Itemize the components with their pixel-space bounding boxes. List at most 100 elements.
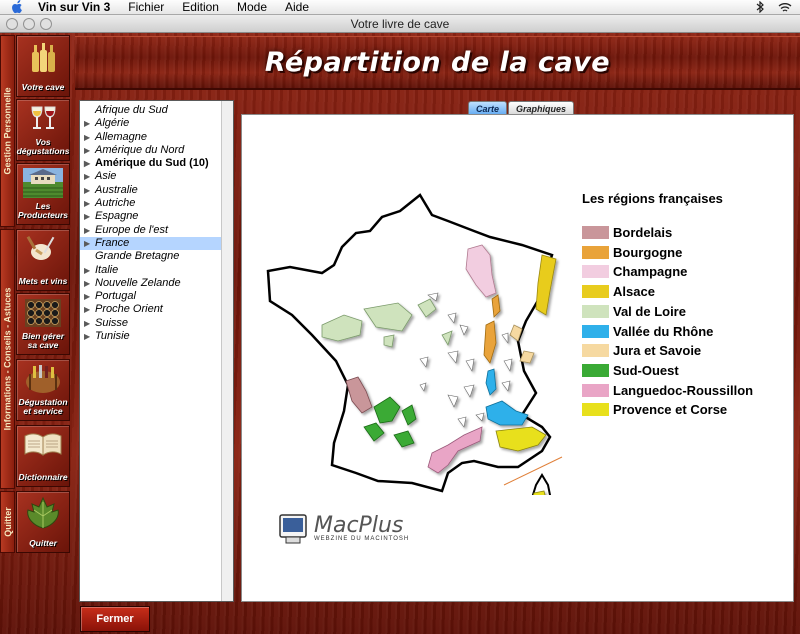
- country-item[interactable]: ▶ Nouvelle Zelande: [80, 277, 222, 290]
- nav-label: Bien gérer sa cave: [21, 331, 65, 350]
- disclosure-triangle-icon[interactable]: ▶: [84, 303, 95, 316]
- bluetooth-icon[interactable]: [756, 1, 764, 13]
- disclosure-triangle-icon[interactable]: ▶: [84, 224, 95, 237]
- section-label: Gestion Personnelle: [2, 87, 13, 175]
- menu-app-name[interactable]: Vin sur Vin 3: [38, 0, 110, 14]
- window-titlebar[interactable]: Votre livre de cave: [0, 15, 800, 33]
- legend-item: Languedoc-Roussillon: [582, 383, 753, 398]
- country-item[interactable]: ▶ Espagne: [80, 210, 222, 223]
- country-item[interactable]: ▶ Suisse: [80, 317, 222, 330]
- country-item[interactable]: ▶ Amérique du Sud (10): [80, 157, 222, 170]
- country-item[interactable]: ▶ Portugal: [80, 290, 222, 303]
- country-item[interactable]: ▶ Proche Orient: [80, 303, 222, 316]
- section-label: Informations - Conseils - Astuces: [2, 287, 13, 431]
- country-item[interactable]: ▶ France: [80, 236, 222, 251]
- nav-label: Quitter: [29, 538, 57, 548]
- disclosure-triangle-icon[interactable]: ▶: [84, 157, 95, 170]
- region-val-de-loire-5: [383, 334, 395, 348]
- country-item[interactable]: ▶ Amérique du Nord: [80, 144, 222, 157]
- wifi-icon[interactable]: [778, 2, 792, 13]
- minimize-window-button[interactable]: [23, 18, 35, 30]
- nav-degustations-button[interactable]: Vos dégustations: [16, 99, 70, 161]
- header-banner: Répartition de la cave: [75, 36, 800, 90]
- disclosure-triangle-icon[interactable]: ▶: [84, 144, 95, 157]
- country-item[interactable]: ▶ Asie: [80, 170, 222, 183]
- country-item[interactable]: ▶ Europe de l'est: [80, 224, 222, 237]
- nav-votre-cave-button[interactable]: Votre cave: [16, 35, 70, 97]
- legend-label: Champagne: [613, 264, 688, 280]
- section-gestion-personnelle: Gestion Personnelle: [0, 35, 15, 227]
- wine-bottles-icon: [32, 43, 55, 72]
- legend-title: Les régions françaises: [582, 191, 723, 206]
- menu-fichier[interactable]: Fichier: [128, 0, 164, 14]
- menu-mode[interactable]: Mode: [237, 0, 267, 14]
- menu-edition[interactable]: Edition: [182, 0, 219, 14]
- country-item[interactable]: Grande Bretagne: [80, 250, 222, 263]
- nav-producteurs-button[interactable]: Les Producteurs: [16, 163, 70, 225]
- legend-swatch: [582, 245, 609, 259]
- disclosure-triangle-icon[interactable]: ▶: [84, 131, 95, 144]
- legend-swatch: [582, 304, 609, 318]
- country-item[interactable]: ▶ Tunisie: [80, 330, 222, 343]
- disclosure-triangle-icon[interactable]: ▶: [84, 277, 95, 290]
- country-item[interactable]: ▶ Algérie: [80, 117, 222, 130]
- country-label: France: [95, 236, 130, 249]
- section-quitter: Quitter: [0, 491, 15, 553]
- legend-swatch: [582, 363, 609, 377]
- chateau-icon: [23, 168, 63, 198]
- apple-icon[interactable]: [10, 0, 24, 14]
- country-label: Afrique du Sud: [95, 104, 168, 116]
- legend-item: Bourgogne: [582, 245, 682, 260]
- section-label: Quitter: [2, 507, 13, 537]
- disclosure-triangle-icon[interactable]: ▶: [84, 317, 95, 330]
- nav-bien-gerer-button[interactable]: Bien gérer sa cave: [16, 293, 70, 355]
- disclosure-triangle-icon[interactable]: ▶: [84, 170, 95, 183]
- wine-barrel-icon: [26, 365, 60, 393]
- legend-label: Bordelais: [613, 225, 673, 240]
- nav-quitter-button[interactable]: Quitter: [16, 491, 70, 553]
- disclosure-triangle-icon[interactable]: ▶: [84, 210, 95, 223]
- menu-aide[interactable]: Aide: [285, 0, 309, 14]
- country-label: Algérie: [95, 117, 130, 130]
- region-savoie-1: [519, 350, 535, 364]
- disclosure-triangle-icon[interactable]: ▶: [84, 197, 95, 210]
- disclosure-triangle-icon[interactable]: ▶: [84, 264, 95, 277]
- close-window-button[interactable]: [6, 18, 18, 30]
- logo-wordmark: MacPlus: [314, 513, 404, 538]
- nav-degustation-service-button[interactable]: Dégustation et service: [16, 359, 70, 421]
- country-item[interactable]: ▶ Autriche: [80, 197, 222, 210]
- disclosure-triangle-icon[interactable]: ▶: [84, 117, 95, 130]
- legend-item: Alsace: [582, 284, 655, 299]
- country-item[interactable]: Afrique du Sud: [80, 104, 222, 117]
- country-label: Italie: [95, 263, 119, 276]
- legend-swatch: [582, 383, 609, 397]
- disclosure-triangle-icon[interactable]: ▶: [84, 237, 95, 250]
- country-list-scrollbar[interactable]: [221, 101, 233, 601]
- country-label: Tunisie: [95, 330, 130, 343]
- computer-monitor-icon: [279, 514, 307, 544]
- disclosure-triangle-icon[interactable]: ▶: [84, 330, 95, 343]
- country-list[interactable]: Afrique du Sud ▶ Algérie ▶ Allemagne ▶ Amériqu…: [79, 100, 234, 602]
- disclosure-triangle-icon[interactable]: ▶: [84, 184, 95, 197]
- legend-item: Jura et Savoie: [582, 343, 701, 358]
- wine-glasses-icon: [31, 106, 56, 129]
- country-item[interactable]: ▶ Italie: [80, 264, 222, 277]
- country-item[interactable]: ▶ Australie: [80, 184, 222, 197]
- nav-dictionnaire-button[interactable]: Dictionnaire: [16, 425, 70, 487]
- legend-item: Provence et Corse: [582, 402, 727, 417]
- country-label: Portugal: [95, 290, 136, 303]
- country-label: Nouvelle Zelande: [95, 276, 181, 289]
- zoom-window-button[interactable]: [40, 18, 52, 30]
- close-button[interactable]: Fermer: [80, 606, 150, 632]
- legend-swatch: [582, 285, 609, 299]
- disclosure-triangle-icon[interactable]: ▶: [84, 290, 95, 303]
- nav-label: Vos dégustations: [16, 137, 70, 156]
- logo-tagline: WEBZINE DU MACINTOSH: [314, 536, 410, 542]
- nav-mets-et-vins-button[interactable]: Mets et vins: [16, 229, 70, 291]
- legend-swatch: [582, 226, 609, 239]
- country-item[interactable]: ▶ Allemagne: [80, 131, 222, 144]
- vine-leaf-icon: [27, 496, 59, 529]
- legend-label: Sud-Ouest: [613, 362, 679, 378]
- country-label: Asie: [95, 170, 117, 183]
- legend-label: Provence et Corse: [613, 402, 728, 418]
